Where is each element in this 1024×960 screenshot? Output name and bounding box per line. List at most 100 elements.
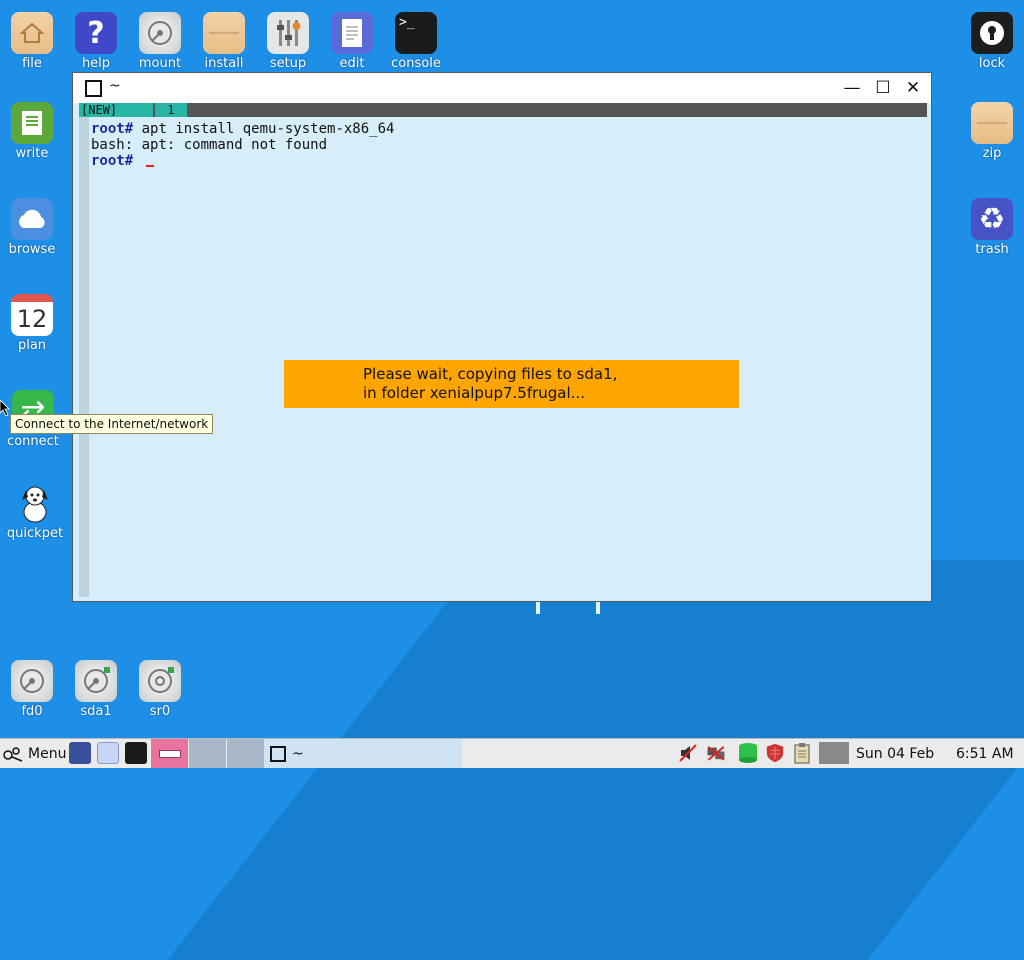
- terminal-line-text: [133, 153, 141, 169]
- clipboard-icon[interactable]: [793, 742, 813, 764]
- text-editor-icon: [331, 12, 373, 54]
- window-icon: [270, 745, 286, 762]
- desktop-icon-write[interactable]: write: [1, 102, 63, 161]
- browser-launcher-icon[interactable]: [97, 742, 119, 764]
- disk-usage-icon[interactable]: [738, 742, 758, 764]
- terminal-icon: >_: [395, 12, 437, 54]
- taskbar-window-title: ~: [292, 745, 304, 762]
- desktop-icon-install[interactable]: install: [193, 12, 255, 71]
- calendar-icon: 12: [11, 294, 53, 336]
- pager-window-thumb: [159, 749, 181, 758]
- tmux-separator: [145, 103, 153, 117]
- home-folder-icon: [11, 12, 53, 54]
- desktop-icon-label: connect: [7, 434, 59, 449]
- terminal-line: bash: apt: command not found: [91, 137, 394, 153]
- word-processor-icon: [11, 102, 53, 144]
- desktop-icon-label: lock: [978, 56, 1006, 71]
- close-button[interactable]: ✕: [901, 76, 925, 100]
- volume-muted-icon[interactable]: [678, 742, 698, 764]
- menu-label: Menu: [28, 745, 67, 762]
- desktop-icon-label: file: [22, 56, 42, 71]
- maximize-button[interactable]: ☐: [871, 76, 895, 100]
- desktop-icon-trash[interactable]: ♻ trash: [961, 198, 1023, 257]
- window-icon: [85, 80, 102, 97]
- tmux-status-bar: [NEW] 1: [79, 103, 927, 117]
- taskbar-window-button[interactable]: ~: [264, 739, 462, 768]
- desktop-pager-2[interactable]: [189, 739, 226, 768]
- terminal-line-text: apt install qemu-system-x86_64: [133, 121, 395, 137]
- desktop-icon-label: trash: [975, 242, 1009, 257]
- mouse-pointer-icon: [0, 399, 10, 420]
- message-line: Please wait, copying files to sda1,: [363, 365, 618, 383]
- tmux-window-index[interactable]: 1: [155, 103, 187, 117]
- desktop-drive-sr0[interactable]: sr0: [129, 660, 191, 719]
- desktop-drive-sda1[interactable]: sda1: [65, 660, 127, 719]
- desktop-icon-label: zip: [982, 146, 1002, 161]
- desktop-icon-label: browse: [8, 242, 56, 257]
- help-icon: ?: [75, 12, 117, 54]
- desktop-icon-edit[interactable]: edit: [321, 12, 383, 71]
- file-manager-launcher-icon[interactable]: [69, 742, 91, 764]
- tooltip: Connect to the Internet/network: [10, 414, 214, 434]
- desktop-icon-help[interactable]: ? help: [65, 12, 127, 71]
- desktop-icon-setup[interactable]: setup: [257, 12, 319, 71]
- floppy-drive-icon: [11, 660, 53, 702]
- terminal-scrollbar[interactable]: [79, 117, 89, 597]
- desktop-icon-label: write: [15, 146, 49, 161]
- terminal-line: root# apt install qemu-system-x86_64: [91, 121, 394, 137]
- desktop-icon-lock[interactable]: lock: [961, 12, 1023, 71]
- wallpaper-mark: [536, 600, 540, 614]
- tmux-session-status: [NEW]: [79, 103, 145, 117]
- message-line: in folder xenialpup7.5frugal...: [363, 384, 585, 402]
- desktop-icon-label: setup: [269, 56, 307, 71]
- optical-drive-icon: [139, 660, 181, 702]
- taskbar-clock[interactable]: 6:51 AM: [956, 739, 1014, 768]
- terminal-output[interactable]: root# apt install qemu-system-x86_64 bas…: [91, 121, 394, 169]
- hard-drive-icon: [75, 660, 117, 702]
- shell-prompt: root#: [91, 153, 134, 169]
- desktop-icon-label: mount: [138, 56, 182, 71]
- taskbar-date[interactable]: Sun 04 Feb: [856, 739, 934, 768]
- desktop-icon-quickpet[interactable]: quickpet: [4, 482, 66, 541]
- desktop-icon-label: install: [204, 56, 244, 71]
- desktop-icon-browse[interactable]: browse: [1, 198, 63, 257]
- wallpaper-mark: [596, 600, 600, 614]
- desktop-icon-console[interactable]: >_ console: [385, 12, 447, 71]
- archive-icon: [971, 102, 1013, 144]
- terminal-launcher-icon[interactable]: [125, 742, 147, 764]
- desktop-icon-zip[interactable]: zip: [961, 102, 1023, 161]
- terminal-line-text: bash: apt: command not found: [91, 137, 328, 153]
- settings-icon: [267, 12, 309, 54]
- desktop-icon-file[interactable]: file: [1, 12, 63, 71]
- shell-prompt: root#: [91, 121, 134, 137]
- desktop-icon-label: sda1: [80, 704, 112, 719]
- desktop-icon-label: quickpet: [6, 526, 64, 541]
- menu-button[interactable]: Menu: [2, 739, 66, 768]
- desktop-icon-mount[interactable]: mount: [129, 12, 191, 71]
- desktop-icon-label: fd0: [21, 704, 43, 719]
- window-titlebar[interactable]: ~ — ☐ ✕: [73, 73, 931, 104]
- cpu-monitor-icon[interactable]: [819, 742, 849, 764]
- desktop-icon-label: edit: [339, 56, 365, 71]
- recycle-icon: ♻: [971, 198, 1013, 240]
- puppy-dog-icon: [14, 482, 56, 524]
- terminal-window[interactable]: ~ — ☐ ✕ [NEW] 1 root# apt install qemu-s…: [72, 72, 932, 602]
- network-disconnected-icon[interactable]: [706, 742, 726, 764]
- window-title: ~: [109, 78, 121, 94]
- firewall-shield-icon[interactable]: [765, 742, 785, 764]
- desktop-icon-label: plan: [17, 338, 47, 353]
- package-icon: [203, 12, 245, 54]
- text-cursor: [145, 165, 154, 167]
- desktop-icon-label: help: [81, 56, 111, 71]
- drive-icon: [139, 12, 181, 54]
- desktop-drive-fd0[interactable]: fd0: [1, 660, 63, 719]
- minimize-button[interactable]: —: [840, 76, 864, 100]
- desktop-pager-3[interactable]: [227, 739, 264, 768]
- lock-icon: [971, 12, 1013, 54]
- copying-message-box: Please wait, copying files to sda1, in f…: [284, 360, 739, 408]
- desktop-icon-plan[interactable]: 12 plan: [1, 294, 63, 353]
- desktop-pager-1[interactable]: [151, 739, 188, 768]
- cloud-browser-icon: [11, 198, 53, 240]
- desktop-icon-label: console: [391, 56, 441, 71]
- taskbar: Menu ~ Sun 04 Feb 6:51 AM: [0, 738, 1024, 768]
